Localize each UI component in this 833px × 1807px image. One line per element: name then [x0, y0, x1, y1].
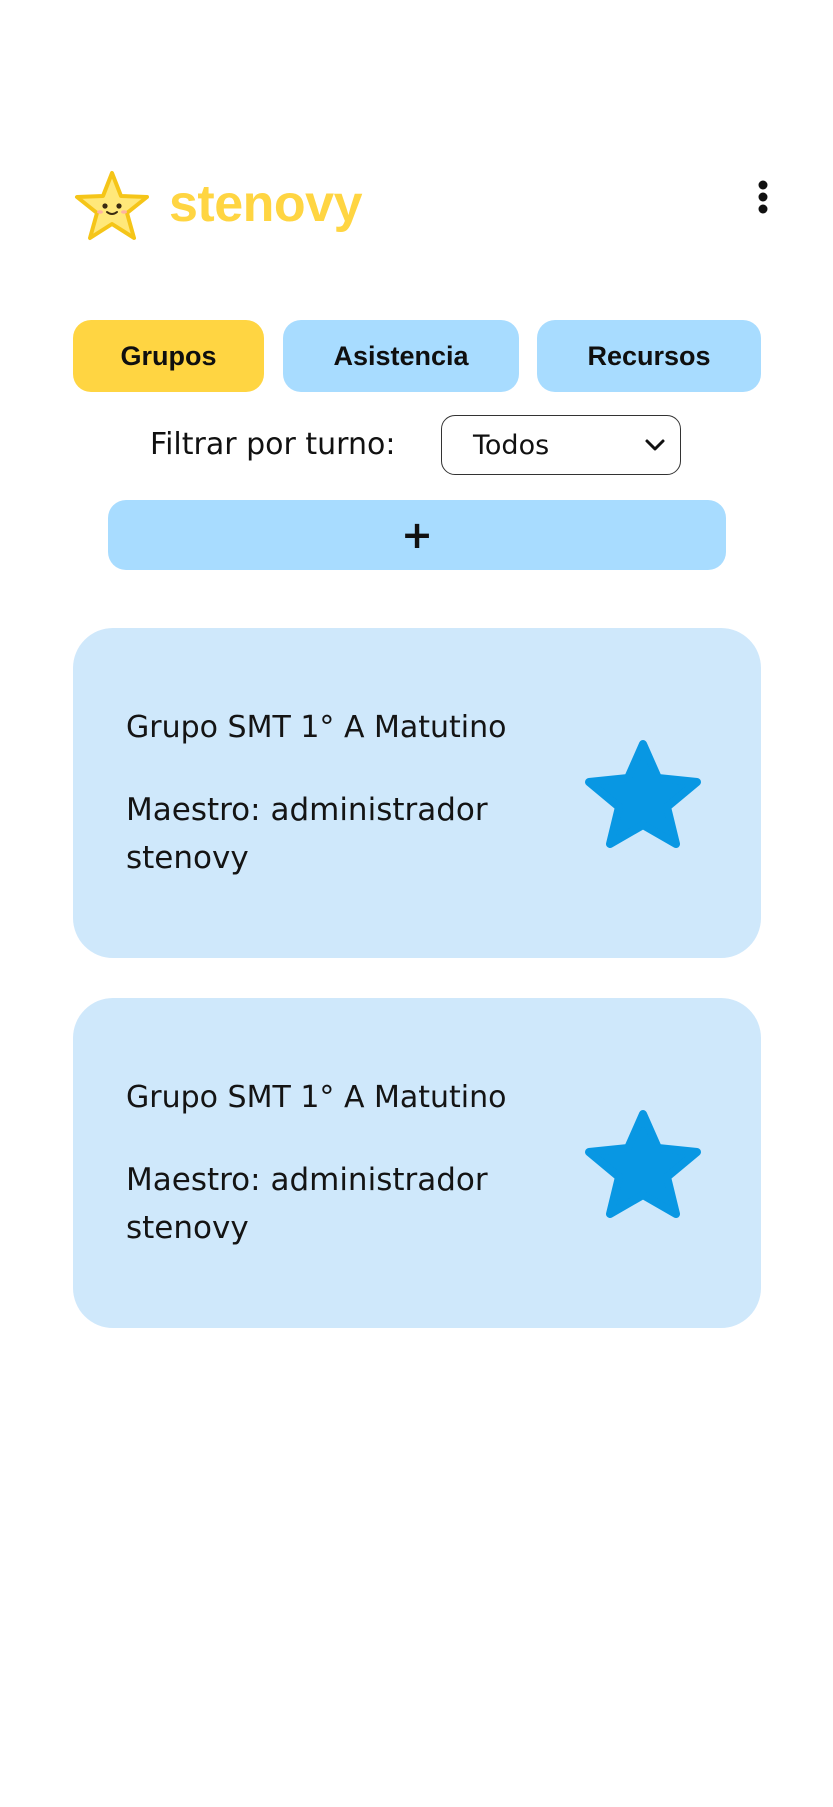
star-logo-icon	[75, 171, 149, 240]
group-title: Grupo SMT 1° A Matutino	[126, 1080, 507, 1115]
star-icon	[585, 740, 701, 848]
group-title: Grupo SMT 1° A Matutino	[126, 710, 507, 745]
main-tabs: Grupos Asistencia Recursos	[73, 320, 761, 392]
more-vertical-icon	[758, 180, 768, 214]
filter-label: Filtrar por turno:	[150, 427, 396, 462]
group-teacher-line: Maestro: administrador	[126, 1162, 488, 1198]
group-teacher-line: stenovy	[126, 1210, 249, 1246]
group-teacher: Maestro: administrador stenovy	[126, 786, 546, 882]
add-group-button[interactable]: +	[108, 500, 726, 570]
shift-select[interactable]: Todos	[441, 415, 681, 475]
chevron-down-icon	[645, 439, 665, 451]
shift-filter: Filtrar por turno: Todos	[150, 415, 690, 477]
tab-grupos[interactable]: Grupos	[73, 320, 264, 392]
group-card[interactable]: Grupo SMT 1° A Matutino Maestro: adminis…	[73, 998, 761, 1328]
group-card[interactable]: Grupo SMT 1° A Matutino Maestro: adminis…	[73, 628, 761, 958]
group-teacher-line: Maestro: administrador	[126, 792, 488, 828]
more-options-button[interactable]	[740, 174, 786, 220]
shift-select-value: Todos	[473, 429, 550, 461]
group-teacher: Maestro: administrador stenovy	[126, 1156, 546, 1252]
tab-asistencia[interactable]: Asistencia	[283, 320, 519, 392]
tab-recursos[interactable]: Recursos	[537, 320, 761, 392]
app-header: stenovy	[72, 170, 812, 250]
brand-name: stenovy	[169, 175, 363, 233]
group-teacher-line: stenovy	[126, 840, 249, 876]
star-icon	[585, 1110, 701, 1218]
plus-icon: +	[401, 513, 433, 557]
